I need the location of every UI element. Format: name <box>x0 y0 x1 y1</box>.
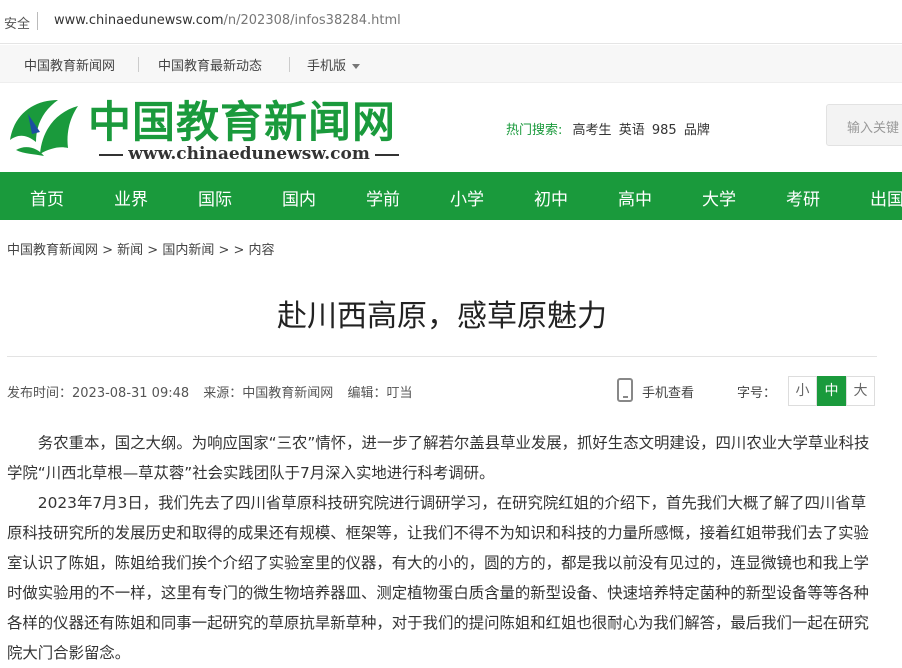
logo-url-line: www.chinaedunewsw.com <box>88 144 410 164</box>
logo-url: www.chinaedunewsw.com <box>128 144 370 164</box>
url-host: www.chinaedunewsw.com <box>54 13 224 28</box>
nav-item-home[interactable]: 首页 <box>30 185 64 210</box>
chevron-down-icon <box>352 64 361 69</box>
phone-icon[interactable] <box>617 378 633 402</box>
site-header: 中国教育新闻网 www.chinaedunewsw.com 热门搜索: 高考生 … <box>0 84 902 172</box>
divider <box>374 153 399 156</box>
nav-item-international[interactable]: 国际 <box>198 185 232 210</box>
toplink-home[interactable]: 中国教育新闻网 <box>24 55 115 74</box>
nav-item-postgrad[interactable]: 考研 <box>786 185 820 210</box>
article-paragraph: 务农重本，国之大纲。为响应国家“三农”情怀，进一步了解若尔盖县草业发展，抓好生态… <box>7 434 870 482</box>
divider <box>99 153 124 156</box>
article-body: 务农重本，国之大纲。为响应国家“三农”情怀，进一步了解若尔盖县草业发展，抓好生态… <box>7 428 881 668</box>
toplink-mobile-label: 手机版 <box>307 59 347 74</box>
editor: 编辑：叮当 <box>347 386 413 401</box>
nav-item-domestic[interactable]: 国内 <box>282 185 316 210</box>
publish-time: 发布时间：2023-08-31 09:48 <box>7 386 190 401</box>
nav-item-industry[interactable]: 业界 <box>114 185 148 210</box>
hot-keyword[interactable]: 品牌 <box>684 123 710 138</box>
hot-keyword[interactable]: 985 <box>652 123 677 138</box>
logo-icon[interactable] <box>6 94 82 162</box>
nav-item-preschool[interactable]: 学前 <box>366 185 400 210</box>
address-bar[interactable]: 安全 www.chinaedunewsw.com/n/202308/infos3… <box>0 0 902 44</box>
url-text[interactable]: www.chinaedunewsw.com/n/202308/infos3828… <box>54 13 401 28</box>
mobile-view-link[interactable]: 手机查看 <box>642 382 694 401</box>
source: 来源：中国教育新闻网 <box>203 386 334 401</box>
article-paragraph: 2023年7月3日，我们先去了四川省草原科技研究院进行调研学习，在研究院红姐的介… <box>7 494 869 662</box>
article-title: 赴川西高原，感草原魅力 <box>277 299 607 334</box>
hot-search-label: 热门搜索: <box>506 123 563 138</box>
article-meta: 发布时间：2023-08-31 09:48 来源：中国教育新闻网 编辑：叮当 <box>7 382 422 401</box>
toplink-mobile[interactable]: 手机版 <box>307 55 361 74</box>
security-label[interactable]: 安全 <box>4 13 30 32</box>
divider <box>7 356 877 357</box>
search-input[interactable]: 输入关键 <box>826 104 902 146</box>
font-size-label: 字号： <box>737 386 777 401</box>
divider <box>289 57 290 72</box>
hot-keyword[interactable]: 英语 <box>619 123 645 138</box>
breadcrumb[interactable]: 中国教育新闻网 > 新闻 > 国内新闻 > > 内容 <box>7 239 275 258</box>
nav-item-abroad[interactable]: 出国 <box>870 185 902 210</box>
nav-item-primary[interactable]: 小学 <box>450 185 484 210</box>
font-size-medium-button[interactable]: 中 <box>817 376 846 406</box>
url-path: /n/202308/infos38284.html <box>223 13 401 28</box>
font-size-small-button[interactable]: 小 <box>788 376 817 406</box>
logo-text[interactable]: 中国教育新闻网 <box>88 88 396 150</box>
divider <box>37 12 38 30</box>
divider <box>138 57 139 72</box>
main-nav: 首页 业界 国际 国内 学前 小学 初中 高中 大学 考研 出国 <box>0 172 902 220</box>
nav-item-middle[interactable]: 初中 <box>534 185 568 210</box>
nav-item-university[interactable]: 大学 <box>702 185 736 210</box>
toplink-latest[interactable]: 中国教育最新动态 <box>158 55 262 74</box>
hot-keyword[interactable]: 高考生 <box>573 123 612 138</box>
font-size-large-button[interactable]: 大 <box>846 376 875 406</box>
hot-search: 热门搜索: 高考生 英语 985 品牌 <box>506 119 710 138</box>
top-links-bar: 中国教育新闻网 中国教育最新动态 手机版 <box>0 45 902 83</box>
nav-item-high[interactable]: 高中 <box>618 185 652 210</box>
